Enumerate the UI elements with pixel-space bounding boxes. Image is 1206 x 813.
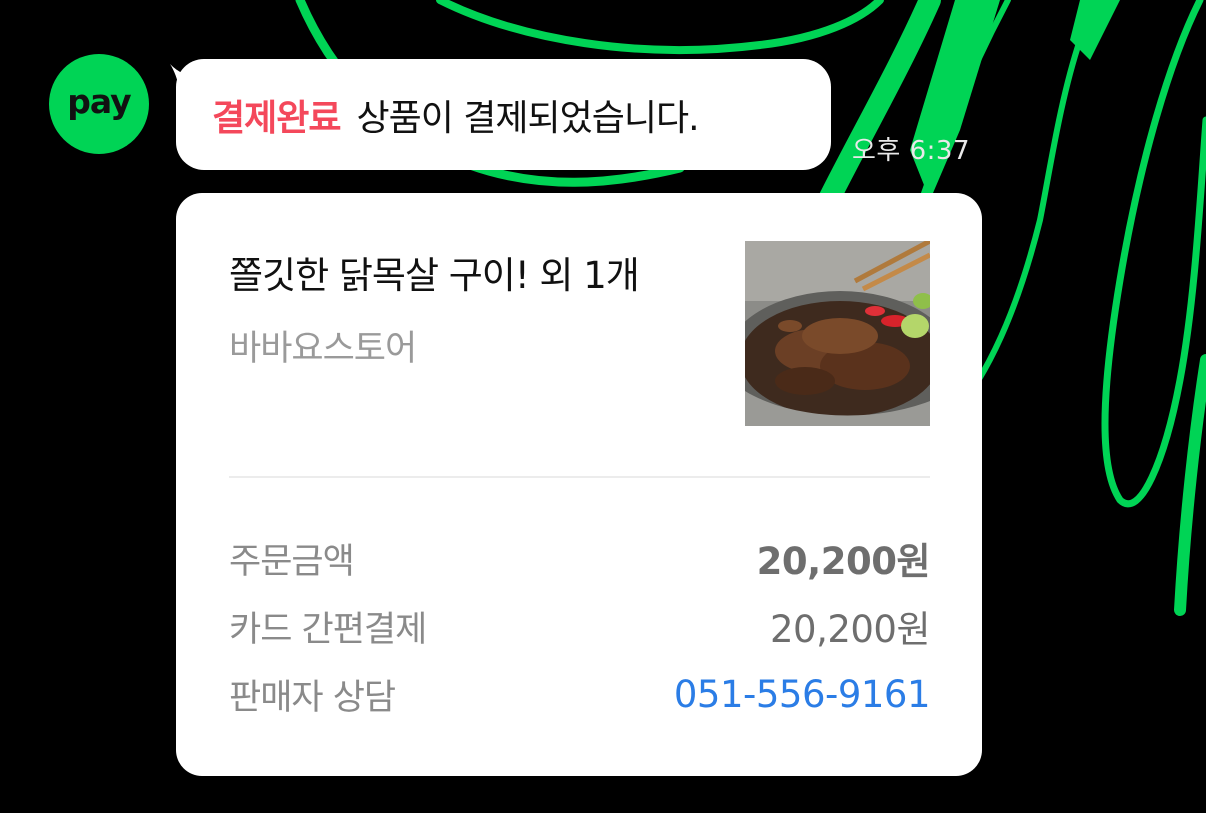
store-name: 바바요스토어 — [229, 329, 417, 369]
payment-notice-bubble: 결제완료 상품이 결제되었습니다. — [176, 59, 831, 170]
card-payment-label: 카드 간편결제 — [229, 609, 427, 650]
chat-screen: pay 결제완료 상품이 결제되었습니다. 오후 6:37 쫄깃한 닭목살 구이… — [0, 0, 1206, 813]
payment-status-label: 결제완료 — [212, 97, 341, 139]
product-thumbnail[interactable] — [745, 241, 930, 426]
order-amount-value: 20,200원 — [756, 540, 931, 583]
seller-contact-label: 판매자 상담 — [229, 677, 396, 718]
order-amount-row: 주문금액 20,200원 — [229, 533, 931, 583]
seller-phone-link[interactable]: 051-556-9161 — [674, 673, 931, 716]
message-time: 오후 6:37 — [852, 136, 970, 166]
pay-avatar[interactable]: pay — [49, 54, 149, 154]
seller-contact-row: 판매자 상담 051-556-9161 — [229, 669, 931, 719]
payment-message: 상품이 결제되었습니다. — [356, 97, 699, 139]
card-payment-row: 카드 간편결제 20,200원 — [229, 601, 931, 651]
pay-avatar-label: pay — [67, 81, 131, 121]
order-card[interactable]: 쫄깃한 닭목살 구이! 외 1개 바바요스토어 주문금액 20,200원 카드 … — [176, 193, 982, 776]
product-name: 쫄깃한 닭목살 구이! 외 1개 — [229, 254, 640, 297]
order-amount-label: 주문금액 — [229, 541, 355, 582]
food-image-icon — [745, 241, 930, 426]
card-divider — [229, 476, 930, 478]
card-payment-value: 20,200원 — [769, 608, 931, 651]
